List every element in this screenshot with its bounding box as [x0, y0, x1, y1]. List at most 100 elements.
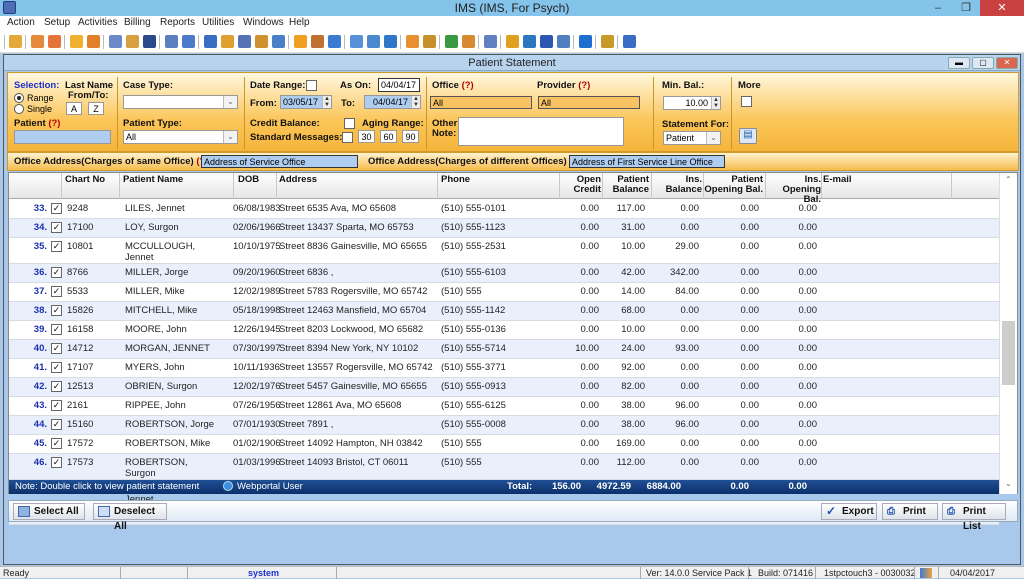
child-restore-button[interactable]: ▢ [972, 57, 994, 69]
print-button[interactable]: ⎙ Print [882, 503, 938, 520]
shield-icon[interactable] [143, 35, 156, 48]
table-row[interactable]: 37. ✓ 5533 MILLER, Mike 12/02/1989 Street 578… [9, 283, 999, 302]
print-list-button[interactable]: ⎙ Print List [942, 503, 1006, 532]
row-checkbox[interactable]: ✓ [51, 438, 62, 449]
calendar-doc-icon[interactable] [165, 35, 178, 48]
table-row[interactable]: 39. ✓ 16158 MOORE, John 12/26/1945 Street 820… [9, 321, 999, 340]
select-all-button[interactable]: Select All [13, 503, 85, 520]
lastname-to-input[interactable]: Z [88, 102, 104, 115]
chart-report-icon[interactable] [445, 35, 458, 48]
table-row[interactable]: 34. ✓ 17100 LOY, Surgon 02/06/1966 Street 134… [9, 219, 999, 238]
to-date-input[interactable]: 04/04/17 ▲ ▼ [364, 95, 421, 109]
spinner-icon[interactable]: ▲ ▼ [322, 96, 331, 108]
row-checkbox[interactable]: ✓ [51, 241, 62, 252]
col-phone[interactable]: Phone [441, 175, 470, 185]
menu-billing[interactable]: Billing [124, 17, 151, 28]
row-checkbox[interactable]: ✓ [51, 381, 62, 392]
row-checkbox[interactable]: ✓ [51, 286, 62, 297]
table-row[interactable]: 40. ✓ 14712 MORGAN, JENNET 07/30/1997 Street … [9, 340, 999, 359]
analysis-icon[interactable] [484, 35, 497, 48]
office-select[interactable]: All [430, 96, 532, 109]
menu-help[interactable]: Help [289, 17, 310, 28]
help-icon[interactable] [579, 35, 592, 48]
office-help[interactable]: (?) [462, 80, 474, 91]
rx-icon[interactable] [109, 35, 122, 48]
lastname-from-input[interactable]: A [66, 102, 82, 115]
aging-30-input[interactable]: 30 [358, 130, 375, 143]
provider-icon[interactable] [31, 35, 44, 48]
standard-messages-checkbox[interactable] [342, 132, 353, 143]
task-icon[interactable] [311, 35, 324, 48]
patient-input[interactable] [14, 130, 111, 144]
letter-icon[interactable] [557, 35, 570, 48]
table-row[interactable]: 33. ✓ 9248 LILES, Jennet 06/08/1983 Street 65… [9, 200, 999, 219]
mail-icon[interactable] [462, 35, 475, 48]
scroll-down-icon[interactable]: ⌄ [1005, 479, 1012, 488]
min-bal-input[interactable]: 10.00 ▲ ▼ [663, 96, 721, 110]
table-row[interactable]: 36. ✓ 8766 MILLER, Jorge 09/20/1960 Street 68… [9, 264, 999, 283]
spinner-icon[interactable]: ▲ ▼ [711, 97, 720, 109]
deselect-all-button[interactable]: Deselect All [93, 503, 167, 532]
row-checkbox[interactable]: ✓ [51, 457, 62, 468]
statement-for-select[interactable]: Patient ⌄ [663, 131, 721, 145]
vertical-scrollbar[interactable]: ⌃ ⌄ [999, 173, 1017, 494]
toolbar-grip[interactable] [4, 35, 5, 49]
col-ins-balance[interactable]: Ins. Balance [654, 175, 702, 195]
billing-icon[interactable] [204, 35, 217, 48]
minimize-button[interactable]: – [924, 0, 952, 16]
provider-select[interactable]: All [538, 96, 640, 109]
restore-button[interactable]: ❐ [952, 0, 980, 16]
schedule-grid-icon[interactable] [294, 35, 307, 48]
open-folder-button[interactable]: ▤ [739, 128, 757, 144]
folder-icon[interactable] [70, 35, 83, 48]
import-icon[interactable] [506, 35, 519, 48]
edit-patient-icon[interactable] [87, 35, 100, 48]
spinner-icon[interactable]: ▲ ▼ [411, 96, 420, 108]
lock-icon[interactable] [601, 35, 614, 48]
other-note-textarea[interactable] [458, 117, 624, 146]
office-same-select[interactable]: Address of Service Office [201, 155, 358, 168]
menu-activities[interactable]: Activities [78, 17, 117, 28]
col-patient-name[interactable]: Patient Name [123, 175, 183, 185]
col-patient-balance[interactable]: Patient Balance [603, 175, 649, 195]
export-icon[interactable] [523, 35, 536, 48]
office-diff-select[interactable]: Address of First Service Line Office [569, 155, 725, 168]
row-checkbox[interactable]: ✓ [51, 203, 62, 214]
eligibility-icon[interactable] [367, 35, 380, 48]
referral-icon[interactable] [48, 35, 61, 48]
table-row[interactable]: 35. ✓ 10801 MCCULLOUGH, Jennet 10/10/1975 Stre… [9, 238, 999, 264]
payment-icon[interactable] [221, 35, 234, 48]
patient-type-select[interactable]: All ⌄ [123, 130, 238, 144]
credit-balance-checkbox[interactable] [344, 118, 355, 129]
patient-icon[interactable] [9, 35, 22, 48]
col-chart-no[interactable]: Chart No [65, 175, 105, 185]
case-type-select[interactable]: ⌄ [123, 95, 238, 109]
table-row[interactable]: 38. ✓ 15826 MITCHELL, Mike 05/18/1998 Street … [9, 302, 999, 321]
table-row[interactable]: 41. ✓ 17107 MYERS, John 10/11/1936 Street 135… [9, 359, 999, 378]
insurance-payment-icon[interactable] [255, 35, 268, 48]
menu-utilities[interactable]: Utilities [202, 17, 234, 28]
from-date-input[interactable]: 03/05/17 ▲ ▼ [280, 95, 332, 109]
patient-help[interactable]: (?) [48, 118, 60, 129]
menu-action[interactable]: Action [7, 17, 35, 28]
aging-60-input[interactable]: 60 [380, 130, 397, 143]
document-icon[interactable] [423, 35, 436, 48]
table-row[interactable]: 46. ✓ 17573 ROBERTSON, Surgon 01/03/1996 Stree… [9, 454, 999, 480]
col-open-credit[interactable]: Open Credit [561, 175, 601, 195]
lab-flask-icon[interactable] [126, 35, 139, 48]
notes-icon[interactable] [182, 35, 195, 48]
send-icon[interactable] [350, 35, 363, 48]
export-button[interactable]: ✓ Export [821, 503, 877, 520]
claims-icon[interactable] [238, 35, 251, 48]
range-radio[interactable] [14, 93, 24, 103]
row-checkbox[interactable]: ✓ [51, 362, 62, 373]
transfer-icon[interactable] [272, 35, 285, 48]
row-checkbox[interactable]: ✓ [51, 400, 62, 411]
row-checkbox[interactable]: ✓ [51, 419, 62, 430]
row-checkbox[interactable]: ✓ [51, 305, 62, 316]
more-checkbox[interactable] [741, 96, 752, 107]
col-email[interactable]: E-mail [823, 175, 852, 185]
scroll-thumb[interactable] [1002, 321, 1015, 385]
table-row[interactable]: 44. ✓ 15160 ROBERTSON, Jorge 07/01/1930 Stree… [9, 416, 999, 435]
child-minimize-button[interactable]: ▬ [948, 57, 970, 69]
